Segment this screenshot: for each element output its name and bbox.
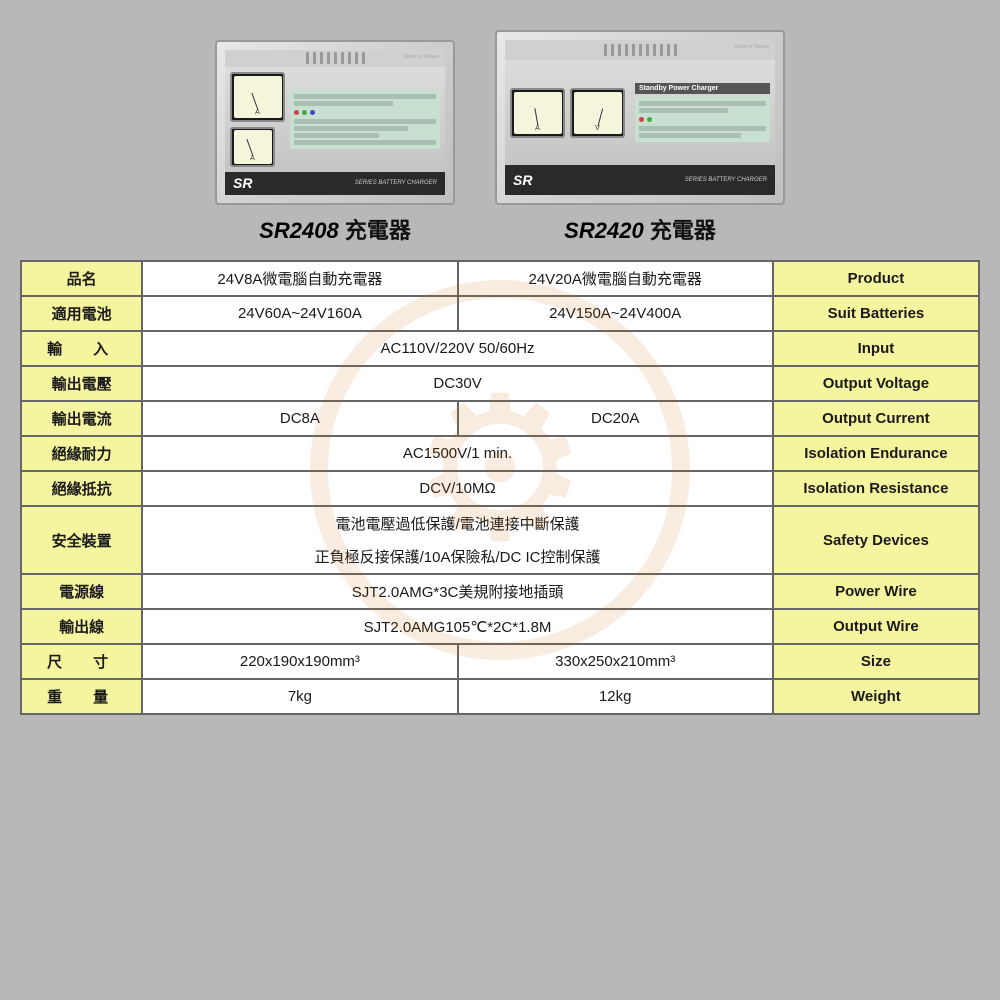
label-isolation-endurance: 絕緣耐力 — [21, 436, 142, 471]
en-safety-devices: Safety Devices — [773, 506, 979, 574]
row-weight: 重 量 7kg 12kg Weight — [21, 679, 979, 714]
label-output-voltage: 輸出電壓 — [21, 366, 142, 401]
en-isolation-endurance: Isolation Endurance — [773, 436, 979, 471]
row-product: 品名 24V8A微電腦自動充電器 24V20A微電腦自動充電器 Product — [21, 261, 979, 296]
row-isolation-resistance: 絕緣抵抗 DCV/10MΩ Isolation Resistance — [21, 471, 979, 506]
meter-ammeter-sr2408: A — [230, 72, 285, 122]
label-input: 輸 入 — [21, 331, 142, 366]
val-product-sr2420: 24V20A微電腦自動充電器 — [458, 261, 773, 296]
page-wrapper: ⚙ Made in Taiwan — [0, 0, 1000, 1000]
val-output-wire: SJT2.0AMG105℃*2C*1.8M — [142, 609, 773, 644]
product-image-sr2420: Made in Taiwan A — [495, 30, 785, 205]
label-size: 尺 寸 — [21, 644, 142, 679]
products-area: Made in Taiwan A — [20, 30, 980, 245]
val-input: AC110V/220V 50/60Hz — [142, 331, 773, 366]
val-size-sr2420: 330x250x210mm³ — [458, 644, 773, 679]
label-safety-devices: 安全裝置 — [21, 506, 142, 574]
spec-table: 品名 24V8A微電腦自動充電器 24V20A微電腦自動充電器 Product … — [20, 260, 980, 715]
product-title-sr2408: SR2408 充電器 — [259, 213, 411, 245]
val-product-sr2408: 24V8A微電腦自動充電器 — [142, 261, 457, 296]
product-sr2408: Made in Taiwan A — [215, 40, 455, 245]
label-product: 品名 — [21, 261, 142, 296]
row-output-wire: 輸出線 SJT2.0AMG105℃*2C*1.8M Output Wire — [21, 609, 979, 644]
en-isolation-resistance: Isolation Resistance — [773, 471, 979, 506]
en-batteries: Suit Batteries — [773, 296, 979, 331]
row-isolation-endurance: 絕緣耐力 AC1500V/1 min. Isolation Endurance — [21, 436, 979, 471]
meter-ammeter-sr2420-1: A — [510, 88, 565, 138]
en-output-current: Output Current — [773, 401, 979, 436]
row-input: 輸 入 AC110V/220V 50/60Hz Input — [21, 331, 979, 366]
val-batteries-sr2420: 24V150A~24V400A — [458, 296, 773, 331]
en-input: Input — [773, 331, 979, 366]
sr-logo-sr2408: SR — [233, 175, 252, 191]
label-output-current: 輸出電流 — [21, 401, 142, 436]
row-output-current: 輸出電流 DC8A DC20A Output Current — [21, 401, 979, 436]
row-output-voltage: 輸出電壓 DC30V Output Voltage — [21, 366, 979, 401]
val-output-voltage: DC30V — [142, 366, 773, 401]
val-batteries-sr2408: 24V60A~24V160A — [142, 296, 457, 331]
made-in-taiwan-label: Made in Taiwan — [404, 54, 439, 60]
made-in-taiwan-label-2420: Made in Taiwan — [734, 44, 769, 50]
label-power-wire: 電源線 — [21, 574, 142, 609]
val-safety-devices-2: 正負極反接保護/10A保險私/DC IC控制保護 — [142, 540, 773, 574]
en-product: Product — [773, 261, 979, 296]
val-current-sr2408: DC8A — [142, 401, 457, 436]
en-output-wire: Output Wire — [773, 609, 979, 644]
en-weight: Weight — [773, 679, 979, 714]
val-current-sr2420: DC20A — [458, 401, 773, 436]
en-size: Size — [773, 644, 979, 679]
charger-subtitle-sr2408: SERIES BATTERY CHARGER — [355, 180, 437, 186]
en-power-wire: Power Wire — [773, 574, 979, 609]
en-output-voltage: Output Voltage — [773, 366, 979, 401]
product-sr2420: Made in Taiwan A — [495, 30, 785, 245]
val-isolation-endurance: AC1500V/1 min. — [142, 436, 773, 471]
val-weight-sr2420: 12kg — [458, 679, 773, 714]
label-batteries: 適用電池 — [21, 296, 142, 331]
label-isolation-resistance: 絕緣抵抗 — [21, 471, 142, 506]
product-title-sr2420: SR2420 充電器 — [564, 213, 716, 245]
val-power-wire: SJT2.0AMG*3C美規附接地插頭 — [142, 574, 773, 609]
val-size-sr2408: 220x190x190mm³ — [142, 644, 457, 679]
charger-subtitle-sr2420: SERIES BATTERY CHARGER — [685, 177, 767, 183]
sr-logo-sr2420: SR — [513, 172, 532, 188]
label-output-wire: 輸出線 — [21, 609, 142, 644]
meter-ammeter-sr2420-2: V — [570, 88, 625, 138]
row-safety-devices-1: 安全裝置 電池電壓過低保護/電池連接中斷保護 Safety Devices — [21, 506, 979, 540]
row-power-wire: 電源線 SJT2.0AMG*3C美規附接地插頭 Power Wire — [21, 574, 979, 609]
label-weight: 重 量 — [21, 679, 142, 714]
row-size: 尺 寸 220x190x190mm³ 330x250x210mm³ Size — [21, 644, 979, 679]
product-image-sr2408: Made in Taiwan A — [215, 40, 455, 205]
row-batteries: 適用電池 24V60A~24V160A 24V150A~24V400A Suit… — [21, 296, 979, 331]
val-safety-devices-1: 電池電壓過低保護/電池連接中斷保護 — [142, 506, 773, 540]
val-weight-sr2408: 7kg — [142, 679, 457, 714]
meter-voltmeter-sr2408: A — [230, 127, 275, 167]
val-isolation-resistance: DCV/10MΩ — [142, 471, 773, 506]
standby-label: Standby Power Charger — [635, 83, 770, 94]
